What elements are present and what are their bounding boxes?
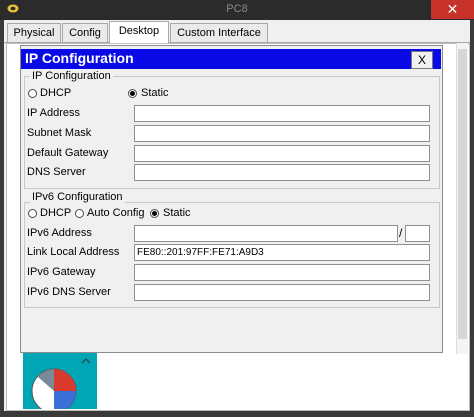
ipv6-dhcp-label: DHCP	[40, 207, 72, 219]
ipv6-address-label: IPv6 Address	[27, 227, 92, 239]
dns-server-label: DNS Server	[27, 166, 86, 178]
ipv6-dhcp-radio[interactable]	[28, 209, 37, 218]
ipv6-static-radio[interactable]	[150, 209, 159, 218]
vertical-scrollbar[interactable]	[456, 43, 468, 354]
dialog-close-button[interactable]: X	[411, 51, 433, 69]
ipv6-auto-config-label: Auto Config	[87, 207, 145, 219]
tab-physical[interactable]: Physical	[7, 23, 61, 42]
ipv6-prefix-field[interactable]	[405, 225, 430, 242]
default-gateway-label: Default Gateway	[27, 147, 109, 159]
ipv6-auto-config-radio[interactable]	[75, 209, 84, 218]
subnet-mask-label: Subnet Mask	[27, 127, 92, 139]
prefix-separator: /	[399, 226, 403, 240]
ipv6-gateway-label: IPv6 Gateway	[27, 266, 96, 278]
packet-tracer-icon	[7, 4, 19, 13]
default-gateway-field[interactable]	[134, 145, 430, 162]
dns-server-field[interactable]	[134, 164, 430, 181]
ip-address-label: IP Address	[27, 107, 80, 119]
window-title-bar: PC8	[0, 0, 474, 20]
ipv4-dhcp-label: DHCP	[40, 87, 72, 99]
link-local-address-label: Link Local Address	[27, 246, 120, 258]
ipv6-gateway-field[interactable]	[134, 264, 430, 281]
ipv4-dhcp-radio[interactable]	[28, 89, 37, 98]
dialog-title: IP Configuration	[25, 50, 134, 66]
subnet-mask-field[interactable]	[134, 125, 430, 142]
ipv6-static-label: Static	[163, 207, 191, 219]
ipv6-dns-server-label: IPv6 DNS Server	[27, 286, 111, 298]
ipv6-group-label: IPv6 Configuration	[30, 191, 125, 203]
ipv4-static-radio[interactable]	[128, 89, 137, 98]
link-local-address-field[interactable]: FE80::201:97FF:FE71:A9D3	[134, 244, 430, 261]
tab-config[interactable]: Config	[62, 23, 108, 42]
tab-custom-interface[interactable]: Custom Interface	[170, 23, 268, 42]
window-close-button[interactable]: ✕	[431, 0, 474, 19]
tab-bar: Physical Config Desktop Custom Interface	[4, 20, 470, 43]
ip-address-field[interactable]	[134, 105, 430, 122]
ipv6-dns-server-field[interactable]	[134, 284, 430, 301]
ipv4-group-label: IP Configuration	[30, 70, 113, 82]
dialog-title-bar: IP Configuration	[21, 49, 441, 69]
pie-chart-icon[interactable]	[24, 353, 96, 409]
window-title: PC8	[226, 3, 248, 15]
tab-desktop[interactable]: Desktop	[109, 21, 169, 43]
ipv4-static-label: Static	[141, 87, 169, 99]
scrollbar-thumb[interactable]	[458, 49, 467, 339]
ipv6-address-field[interactable]	[134, 225, 398, 242]
